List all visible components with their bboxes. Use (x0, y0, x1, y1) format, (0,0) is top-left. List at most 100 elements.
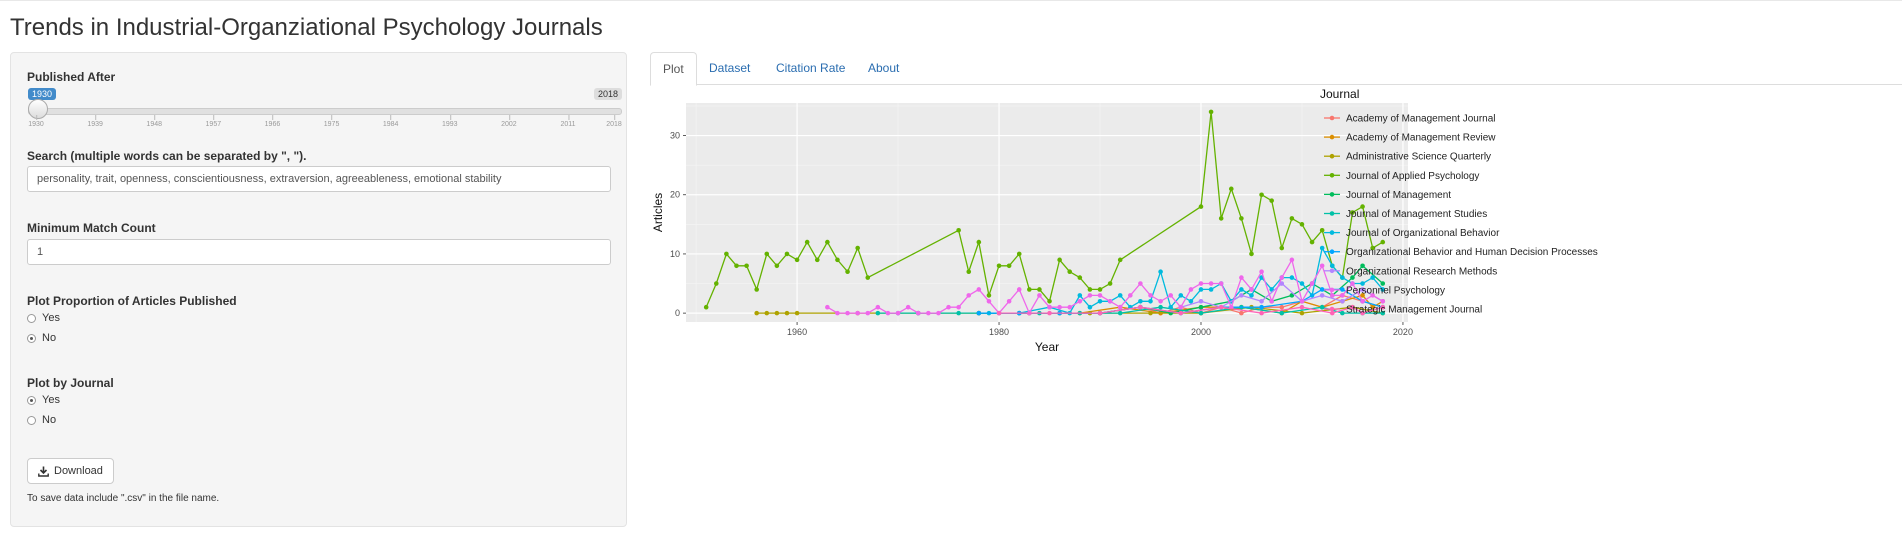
tab-dataset[interactable]: Dataset (697, 52, 762, 85)
legend-key-point (1329, 230, 1335, 235)
tab-plot[interactable]: Plot (650, 52, 697, 86)
data-point (1037, 287, 1042, 292)
data-point (895, 310, 901, 316)
slider-min-value: 1930 (28, 88, 57, 100)
data-point (1057, 257, 1062, 263)
slider-tick-label: 1957 (205, 115, 222, 128)
download-label: Download (54, 465, 103, 477)
data-point (1319, 287, 1325, 292)
data-point (1218, 281, 1224, 286)
data-point (1168, 304, 1173, 310)
legend-key-point (1329, 306, 1335, 312)
slider-tick-label: 2018 (606, 115, 622, 128)
data-point (1380, 239, 1386, 245)
data-point (1107, 298, 1113, 304)
published-after-slider[interactable]: 1930 2018 1930 1939 1948 1957 1966 1975 1984 19… (28, 88, 622, 158)
tab-bar: Plot Dataset Citation Rate About (650, 52, 1902, 86)
legend-label: Academy of Management Journal (1346, 114, 1496, 125)
data-point (1097, 293, 1103, 298)
data-point (1208, 287, 1214, 292)
data-point (1016, 251, 1022, 257)
tab-about[interactable]: About (856, 52, 911, 85)
data-point (976, 239, 982, 245)
data-point (1006, 263, 1012, 269)
data-point (1239, 275, 1244, 280)
tab-citation-rate[interactable]: Citation Rate (764, 52, 857, 85)
data-point (1360, 298, 1365, 304)
data-point (1319, 293, 1325, 298)
radio-label: No (42, 414, 57, 426)
by-journal-no-radio[interactable]: No (27, 414, 56, 426)
slider-tick-label: 1984 (382, 115, 399, 128)
data-point (1178, 304, 1184, 310)
by-journal-yes-radio[interactable]: Yes (27, 394, 60, 406)
data-point (1259, 310, 1264, 316)
data-point (1107, 281, 1113, 286)
legend-label: Journal of Management (1346, 190, 1451, 201)
data-point (1097, 298, 1103, 304)
radio-circle[interactable] (27, 395, 36, 405)
data-point (1228, 186, 1234, 192)
proportion-no-radio[interactable]: No (27, 332, 56, 344)
min-match-label: Minimum Match Count (27, 221, 156, 235)
data-point (996, 263, 1002, 269)
legend-label: Strategic Management Journal (1346, 305, 1482, 316)
legend-key-point (1329, 268, 1335, 274)
legend-key-point (1329, 211, 1335, 216)
legend-label: Personnel Psychology (1346, 285, 1445, 296)
search-label: Search (multiple words can be separated … (27, 149, 307, 163)
data-point (1117, 293, 1123, 298)
slider-tick-label: 1966 (264, 115, 281, 128)
legend-label: Journal of Management Studies (1346, 209, 1487, 220)
slider-tick-label: 1939 (87, 115, 103, 128)
min-match-input[interactable]: 1 (27, 239, 611, 265)
slider-handle[interactable] (28, 99, 48, 119)
data-point (764, 310, 770, 316)
data-point (1198, 281, 1204, 286)
data-point (1087, 287, 1093, 292)
radio-circle[interactable] (27, 415, 36, 425)
data-point (1259, 192, 1264, 198)
data-point (1340, 275, 1345, 280)
download-icon (38, 466, 49, 477)
data-point (1329, 263, 1335, 269)
data-point (1319, 304, 1325, 310)
by-journal-label: Plot by Journal (27, 376, 114, 390)
data-point (1299, 222, 1305, 227)
legend-label: Organizational Research Methods (1346, 266, 1497, 277)
sidebar-panel: Published After 1930 2018 1930 1939 1948 19… (10, 52, 627, 527)
data-point (1077, 275, 1083, 280)
data-point (1158, 269, 1163, 274)
radio-circle[interactable] (27, 333, 36, 343)
data-point (1077, 298, 1083, 304)
data-point (875, 310, 881, 316)
data-point (1289, 257, 1295, 263)
data-point (1218, 304, 1224, 310)
legend-key-point (1329, 115, 1335, 121)
data-point (1087, 293, 1093, 298)
slider-track[interactable] (28, 108, 622, 115)
search-input[interactable]: personality, trait, openness, conscienti… (27, 166, 611, 192)
data-point (1198, 304, 1204, 310)
data-point (784, 251, 790, 257)
radio-circle[interactable] (27, 313, 36, 323)
x-tick-label: 2020 (1393, 327, 1413, 337)
data-point (956, 310, 961, 316)
data-point (1047, 298, 1052, 304)
slider-tick-label: 1975 (323, 115, 340, 128)
data-point (1299, 310, 1305, 316)
data-point (1380, 298, 1386, 304)
data-point (1218, 216, 1224, 221)
data-point (936, 310, 941, 316)
data-point (976, 287, 982, 292)
data-point (956, 304, 961, 310)
data-point (1239, 293, 1244, 298)
data-point (1148, 298, 1153, 304)
download-button[interactable]: Download (27, 458, 114, 484)
proportion-yes-radio[interactable]: Yes (27, 312, 60, 324)
data-point (1340, 287, 1345, 292)
data-point (1340, 310, 1345, 316)
slider-tick-label: 1993 (441, 115, 458, 128)
data-point (1269, 198, 1274, 203)
data-point (1117, 304, 1123, 310)
